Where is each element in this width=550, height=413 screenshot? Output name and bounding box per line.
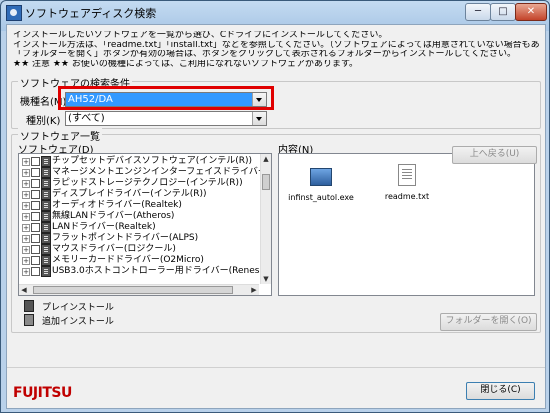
tree-item-label: マネージメントエンジンインターフェイスドライバー(インテル xyxy=(52,167,271,177)
model-highlight-box xyxy=(58,86,274,110)
checkbox-icon[interactable] xyxy=(31,212,40,221)
checkbox-icon[interactable] xyxy=(31,168,40,177)
scroll-right-icon[interactable]: ▶ xyxy=(249,285,259,295)
type-select-value: (すべて) xyxy=(68,113,105,124)
search-conditions-group: ソフトウェアの検索条件 機種名(M) AH52/DA 種別(K) (すべて) xyxy=(11,75,541,129)
scroll-left-icon[interactable]: ◀ xyxy=(19,285,29,295)
title-bar[interactable]: ソフトウェアディスク検索 ─ □ ✕ xyxy=(1,1,549,23)
checkbox-icon[interactable] xyxy=(31,179,40,188)
checkbox-icon[interactable] xyxy=(31,201,40,210)
tree-item[interactable]: + 無線LANドライバー(Atheros) xyxy=(19,211,259,222)
checkbox-icon[interactable] xyxy=(31,256,40,265)
expand-icon[interactable]: + xyxy=(22,213,30,221)
file-name: readme.txt xyxy=(384,192,430,201)
preinstalled-icon xyxy=(41,266,51,277)
tree-item-label: LANドライバー(Realtek) xyxy=(52,222,156,232)
tree-item[interactable]: + USB3.0ホストコントローラー用ドライバー(Renesas Electr xyxy=(19,266,271,277)
main-window: ソフトウェアディスク検索 ─ □ ✕ インストールしたいソフトウェアを一覧から選… xyxy=(0,0,550,413)
disc-app-icon xyxy=(6,5,22,21)
preinstalled-icon xyxy=(41,233,51,244)
chevron-down-icon[interactable] xyxy=(252,112,266,125)
instruction-line: ★★ 注意 ★★ お使いの機種によっては、ご利用になれないソフトウェアがあります… xyxy=(13,59,359,69)
preinstalled-icon xyxy=(41,156,51,167)
software-tree[interactable]: + チップセットデバイスソフトウェア(インテル(R)) + マネージメントエンジンイ… xyxy=(18,153,272,296)
tree-item-label: チップセットデバイスソフトウェア(インテル(R)) xyxy=(52,156,253,166)
preinstalled-icon xyxy=(41,167,51,178)
file-name: infinst_autol.exe xyxy=(288,193,354,202)
dialog-client-area: インストールしたいソフトウェアを一覧から選び、Cドライブにインストールしてくださ… xyxy=(6,24,546,409)
tree-item-label: フラットポイントドライバー(ALPS) xyxy=(52,233,199,243)
installer-icon xyxy=(310,168,332,186)
close-button[interactable]: 閉じる(C) xyxy=(466,382,535,400)
window-title: ソフトウェアディスク検索 xyxy=(25,7,157,20)
expand-icon[interactable]: + xyxy=(22,224,30,232)
open-folder-button[interactable]: フォルダーを開く(O) xyxy=(440,313,537,331)
file-item[interactable]: readme.txt xyxy=(367,164,447,201)
scroll-down-icon[interactable]: ▼ xyxy=(261,274,271,284)
expand-icon[interactable]: + xyxy=(22,191,30,199)
type-label: 種別(K) xyxy=(26,116,61,127)
scroll-up-icon[interactable]: ▲ xyxy=(261,154,271,164)
legend-preinstall-label: プレインストール xyxy=(42,303,114,313)
tree-item-label: USB3.0ホストコントローラー用ドライバー(Renesas Electr xyxy=(52,266,271,276)
up-button[interactable]: 上へ戻る(U) xyxy=(452,146,537,164)
tree-item[interactable]: + マネージメントエンジンインターフェイスドライバー(インテル xyxy=(19,167,271,178)
text-file-icon xyxy=(398,164,416,186)
tree-item[interactable]: + ラピッドストレージテクノロジー(インテル(R)) xyxy=(19,178,259,189)
tree-item[interactable]: + ディスプレイドライバー(インテル(R)) xyxy=(19,189,259,200)
file-item[interactable]: infinst_autol.exe xyxy=(281,164,361,202)
preinstalled-icon xyxy=(41,200,51,211)
additional-install-icon xyxy=(24,314,34,326)
tree-item[interactable]: + メモリーカードドライバー(O2Micro) xyxy=(19,255,259,266)
maximize-button[interactable]: □ xyxy=(490,3,516,21)
checkbox-icon[interactable] xyxy=(31,157,40,166)
expand-icon[interactable]: + xyxy=(22,268,30,276)
tree-item[interactable]: + LANドライバー(Realtek) xyxy=(19,222,259,233)
preinstalled-icon xyxy=(41,178,51,189)
preinstalled-icon xyxy=(41,189,51,200)
expand-icon[interactable]: + xyxy=(22,235,30,243)
tree-vertical-scroll-thumb[interactable] xyxy=(262,174,270,190)
instructions-text: インストールしたいソフトウェアを一覧から選び、Cドライブにインストールしてくださ… xyxy=(13,31,539,69)
checkbox-icon[interactable] xyxy=(31,190,40,199)
tree-vertical-scrollbar[interactable]: ▲ ▼ xyxy=(260,154,271,284)
close-window-button[interactable]: ✕ xyxy=(515,3,547,21)
preinstalled-icon xyxy=(41,244,51,255)
instruction-line: 「フォルダーを開く」ボタンが有効の場合は、ボタンをクリックして表示されるフォルダ… xyxy=(13,50,517,59)
expand-icon[interactable]: + xyxy=(22,169,30,177)
expand-icon[interactable]: + xyxy=(22,257,30,265)
tree-item-label: オーディオドライバー(Realtek) xyxy=(52,200,182,210)
preinstalled-icon xyxy=(24,300,34,312)
checkbox-icon[interactable] xyxy=(31,234,40,243)
tree-item[interactable]: + マウスドライバー(ロジクール) xyxy=(19,244,259,255)
preinstalled-icon xyxy=(41,222,51,233)
tree-item[interactable]: + フラットポイントドライバー(ALPS) xyxy=(19,233,259,244)
tree-item-label: メモリーカードドライバー(O2Micro) xyxy=(52,255,204,265)
tree-item-label: ディスプレイドライバー(インテル(R)) xyxy=(52,189,207,199)
fujitsu-logo: FUJITSU xyxy=(13,385,72,401)
tree-horizontal-scrollbar[interactable]: ◀ ▶ xyxy=(19,284,259,295)
expand-icon[interactable]: + xyxy=(22,246,30,254)
tree-item-label: ラピッドストレージテクノロジー(インテル(R)) xyxy=(52,178,243,188)
preinstalled-icon xyxy=(41,211,51,222)
preinstalled-icon xyxy=(41,255,51,266)
tree-item[interactable]: + チップセットデバイスソフトウェア(インテル(R)) xyxy=(19,156,259,167)
expand-icon[interactable]: + xyxy=(22,158,30,166)
instruction-line: インストール方法は、「readme.txt」「install.txt」などを参照… xyxy=(13,40,539,50)
contents-pane[interactable]: infinst_autol.exe readme.txt xyxy=(278,153,535,296)
legend-additional-label: 追加インストール xyxy=(42,317,114,327)
tree-item-label: マウスドライバー(ロジクール) xyxy=(52,244,176,254)
checkbox-icon[interactable] xyxy=(31,267,40,276)
expand-icon[interactable]: + xyxy=(22,202,30,210)
checkbox-icon[interactable] xyxy=(31,245,40,254)
tree-item[interactable]: + オーディオドライバー(Realtek) xyxy=(19,200,259,211)
footer-divider xyxy=(7,367,545,368)
checkbox-icon[interactable] xyxy=(31,223,40,232)
minimize-button[interactable]: ─ xyxy=(465,3,491,21)
expand-icon[interactable]: + xyxy=(22,180,30,188)
tree-horizontal-scroll-thumb[interactable] xyxy=(33,286,233,294)
type-select[interactable]: (すべて) xyxy=(65,111,267,126)
tree-item-label: 無線LANドライバー(Atheros) xyxy=(52,211,175,221)
instruction-line: インストールしたいソフトウェアを一覧から選び、Cドライブにインストールしてくださ… xyxy=(13,31,388,40)
